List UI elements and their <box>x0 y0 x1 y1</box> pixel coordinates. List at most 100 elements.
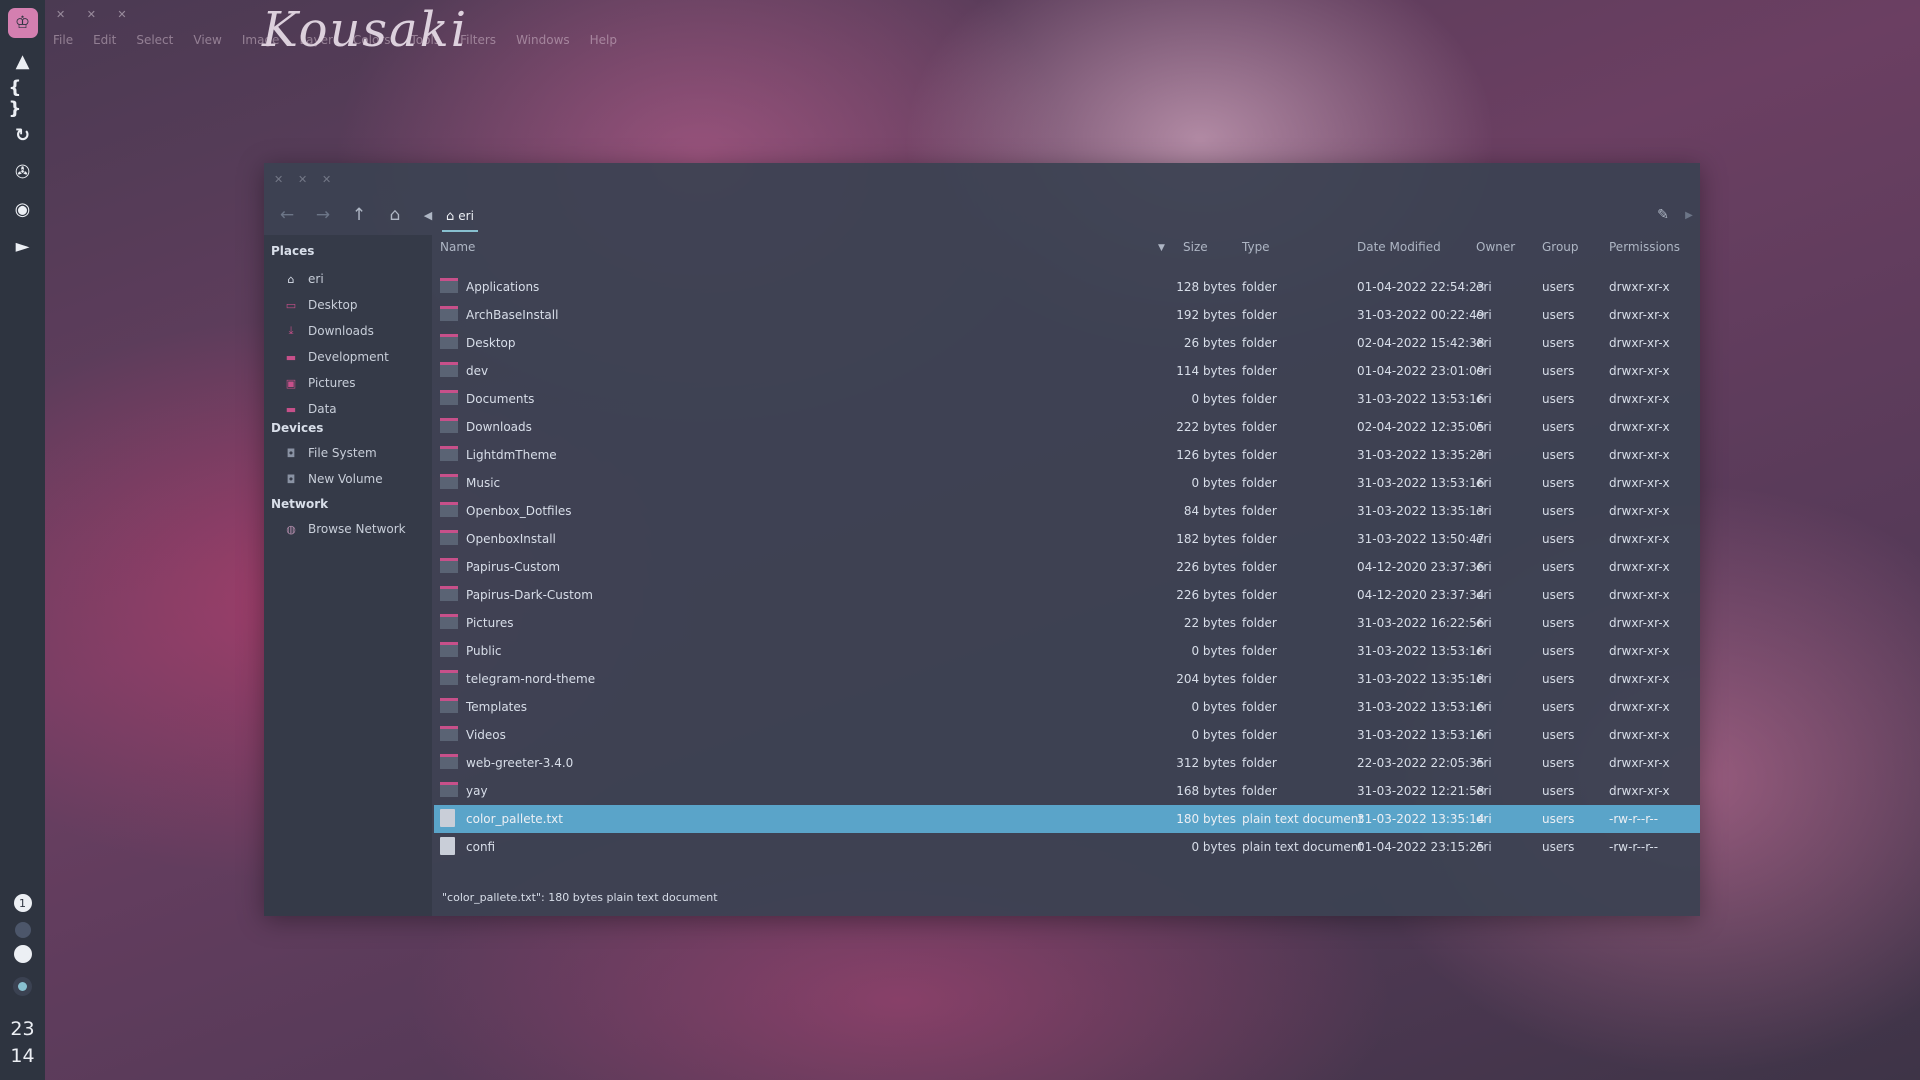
file-row[interactable]: Pictures 22 bytes folder 31-03-2022 16:22:5… <box>434 609 1700 637</box>
close-icon[interactable]: ✕ <box>274 173 283 186</box>
column-owner[interactable]: Owner <box>1476 240 1515 254</box>
workspace-2[interactable] <box>0 922 45 938</box>
file-date: 31-03-2022 13:53:16 <box>1357 728 1485 742</box>
menu-item[interactable]: Layer <box>299 33 332 47</box>
sidebar-item-new-volume[interactable]: ◘ New Volume <box>283 469 383 489</box>
sidebar-item-data[interactable]: ▬ Data <box>283 399 337 419</box>
sidebar-item-eri[interactable]: ⌂ eri <box>283 269 324 289</box>
play-icon[interactable]: ► <box>9 232 37 260</box>
folder-icon <box>440 558 458 573</box>
file-permissions: drwxr-xr-x <box>1609 420 1670 434</box>
file-name: Templates <box>466 700 528 714</box>
left-chevron-icon[interactable]: ◀ <box>415 202 441 228</box>
column-size[interactable]: Size <box>1183 240 1208 254</box>
file-row[interactable]: yay 168 bytes folder 31-03-2022 12:21:58 eri… <box>434 777 1700 805</box>
menu-item[interactable]: Select <box>136 33 173 47</box>
menu-item[interactable]: Edit <box>93 33 116 47</box>
braces-icon[interactable]: { } <box>9 77 37 119</box>
file-row[interactable]: color_pallete.txt 180 bytes plain text doc… <box>434 805 1700 833</box>
file-permissions: drwxr-xr-x <box>1609 616 1670 630</box>
file-owner: eri <box>1476 476 1492 490</box>
file-row[interactable]: OpenboxInstall 182 bytes folder 31-03-2022 … <box>434 525 1700 553</box>
file-owner: eri <box>1476 616 1492 630</box>
home-icon[interactable]: ⌂ <box>382 202 408 228</box>
right-chevron-icon[interactable]: ▶ <box>1676 202 1702 228</box>
background-window-controls: ✕ ✕ ✕ <box>56 8 136 21</box>
file-date: 31-03-2022 00:22:49 <box>1357 308 1485 322</box>
sidebar-item-file-system[interactable]: ◘ File System <box>283 443 377 463</box>
column-name[interactable]: Name <box>440 240 475 254</box>
title-bar[interactable]: ✕ ✕ ✕ <box>264 163 1700 193</box>
file-row[interactable]: Documents 0 bytes folder 31-03-2022 13:53:1… <box>434 385 1700 413</box>
file-row[interactable]: Openbox_Dotfiles 84 bytes folder 31-03-2022… <box>434 497 1700 525</box>
menu-item[interactable]: Filters <box>460 33 496 47</box>
file-name: Papirus-Custom <box>466 560 561 574</box>
menu-item[interactable]: Colors <box>353 33 391 47</box>
sidebar-item-pictures[interactable]: ▣ Pictures <box>283 373 356 393</box>
up-arrow-icon[interactable]: ↑ <box>346 202 372 228</box>
menu-item[interactable]: Tools <box>411 33 441 47</box>
refresh-icon[interactable]: ↻ <box>9 121 37 149</box>
workspace-1[interactable]: 1 <box>0 894 45 912</box>
menu-item[interactable]: Windows <box>516 33 570 47</box>
crown-icon[interactable]: ♔ <box>7 8 38 38</box>
file-owner: eri <box>1476 504 1492 518</box>
file-date: 31-03-2022 13:35:14 <box>1357 812 1485 826</box>
menu-item[interactable]: Help <box>590 33 617 47</box>
column-date[interactable]: Date Modified <box>1357 240 1441 254</box>
mountain-icon[interactable]: ▲ <box>9 47 37 75</box>
sidebar-item-desktop[interactable]: ▭ Desktop <box>283 295 358 315</box>
devices-heading: Devices <box>271 421 324 435</box>
file-owner: eri <box>1476 308 1492 322</box>
aperture-icon[interactable]: ✇ <box>9 158 37 186</box>
menu-item[interactable]: Image <box>242 33 280 47</box>
edit-icon[interactable]: ✎ <box>1650 202 1676 228</box>
sidebar-item-downloads[interactable]: ⤓ Downloads <box>283 321 374 341</box>
file-date: 31-03-2022 13:35:18 <box>1357 672 1485 686</box>
file-row[interactable]: confi 0 bytes plain text document 01-04-202… <box>434 833 1700 861</box>
file-name: dev <box>466 364 489 378</box>
folder-icon: ▬ <box>285 402 297 416</box>
file-row[interactable]: LightdmTheme 126 bytes folder 31-03-2022 13… <box>434 441 1700 469</box>
sort-down-icon[interactable]: ▼ <box>1158 243 1165 253</box>
file-size: 312 bytes <box>1176 756 1236 770</box>
pictures-folder-icon: ▣ <box>285 376 297 390</box>
file-row[interactable]: web-greeter-3.4.0 312 bytes folder 22-03-20… <box>434 749 1700 777</box>
sound-icon[interactable]: ◉ <box>9 195 37 223</box>
menu-item[interactable]: View <box>193 33 221 47</box>
file-row[interactable]: Templates 0 bytes folder 31-03-2022 13:53:1… <box>434 693 1700 721</box>
file-row[interactable]: dev 114 bytes folder 01-04-2022 23:01:09 eri… <box>434 357 1700 385</box>
sidebar-item-label: Development <box>308 350 389 364</box>
folder-icon <box>440 754 458 769</box>
file-type: plain text document <box>1242 812 1364 826</box>
folder-icon <box>440 474 458 489</box>
menu-item[interactable]: File <box>53 33 73 47</box>
file-date: 04-12-2020 23:37:34 <box>1357 588 1485 602</box>
file-row[interactable]: Papirus-Dark-Custom 226 bytes folder 04-12-… <box>434 581 1700 609</box>
breadcrumb[interactable]: ⌂ eri <box>442 202 478 232</box>
file-row[interactable]: Applications 128 bytes folder 01-04-2022 22… <box>434 273 1700 301</box>
file-row[interactable]: Downloads 222 bytes folder 02-04-2022 12:35… <box>434 413 1700 441</box>
column-group[interactable]: Group <box>1542 240 1579 254</box>
file-date: 01-04-2022 23:01:09 <box>1357 364 1485 378</box>
workspace-3[interactable] <box>0 945 45 963</box>
back-arrow-icon[interactable]: ← <box>274 202 300 228</box>
file-date: 02-04-2022 12:35:05 <box>1357 420 1485 434</box>
column-permissions[interactable]: Permissions <box>1609 240 1680 254</box>
forward-arrow-icon[interactable]: → <box>310 202 336 228</box>
file-group: users <box>1542 588 1575 602</box>
file-row[interactable]: Papirus-Custom 226 bytes folder 04-12-2020 … <box>434 553 1700 581</box>
column-type[interactable]: Type <box>1242 240 1270 254</box>
file-group: users <box>1542 560 1575 574</box>
file-row[interactable]: telegram-nord-theme 204 bytes folder 31-03-… <box>434 665 1700 693</box>
file-group: users <box>1542 616 1575 630</box>
minimize-icon[interactable]: ✕ <box>298 173 307 186</box>
sidebar-item-browse-network[interactable]: ◍ Browse Network <box>283 519 405 539</box>
file-row[interactable]: Music 0 bytes folder 31-03-2022 13:53:16 eri… <box>434 469 1700 497</box>
file-row[interactable]: Videos 0 bytes folder 31-03-2022 13:53:16 er… <box>434 721 1700 749</box>
file-row[interactable]: Desktop 26 bytes folder 02-04-2022 15:42:38… <box>434 329 1700 357</box>
sidebar-item-development[interactable]: ▬ Development <box>283 347 389 367</box>
maximize-icon[interactable]: ✕ <box>322 173 331 186</box>
file-row[interactable]: ArchBaseInstall 192 bytes folder 31-03-2022… <box>434 301 1700 329</box>
file-row[interactable]: Public 0 bytes folder 31-03-2022 13:53:16 er… <box>434 637 1700 665</box>
